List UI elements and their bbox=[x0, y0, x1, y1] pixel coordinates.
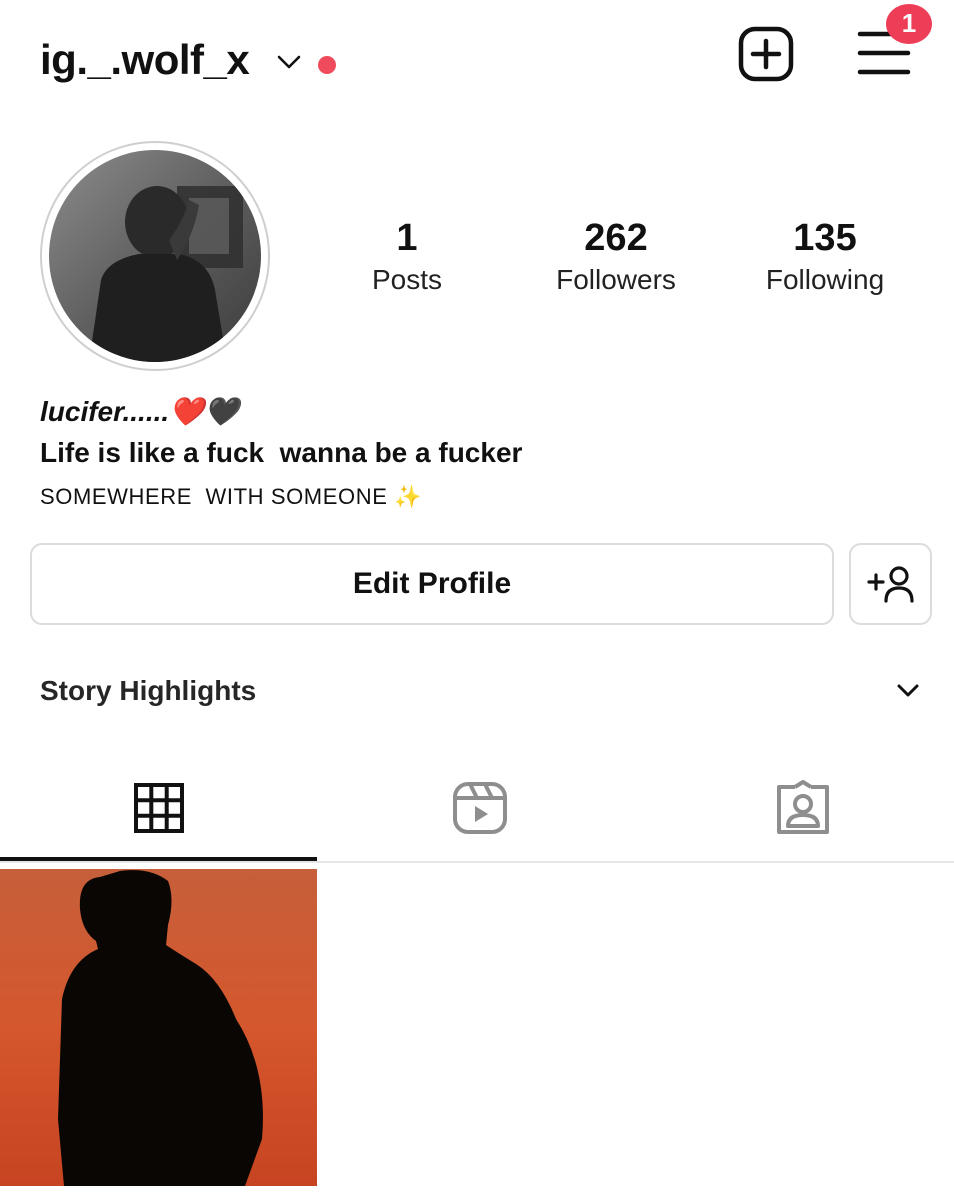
stat-value: 1 bbox=[396, 217, 418, 259]
stat-label: Followers bbox=[556, 264, 676, 295]
post-thumbnail[interactable] bbox=[0, 869, 317, 1186]
notification-badge: 1 bbox=[886, 4, 932, 44]
stat-posts[interactable]: 1 Posts bbox=[317, 215, 497, 299]
stat-label: Posts bbox=[371, 264, 443, 295]
stat-label: Following bbox=[765, 264, 885, 295]
reels-icon bbox=[452, 782, 507, 834]
grid-icon bbox=[133, 783, 184, 833]
edit-profile-button[interactable]: Edit Profile bbox=[30, 543, 834, 625]
chevron-down-icon[interactable] bbox=[896, 682, 920, 700]
discover-people-button[interactable] bbox=[849, 543, 932, 625]
tab-reels[interactable] bbox=[321, 758, 638, 858]
bio-location: SOMEWHERE WITH SOMEONE ✨ bbox=[40, 484, 423, 509]
tab-divider bbox=[0, 861, 954, 863]
story-highlights-title[interactable]: Story Highlights bbox=[40, 673, 256, 709]
bio-text: Life is like a fuck wanna be a fucker bbox=[40, 437, 523, 468]
stat-value: 135 bbox=[793, 217, 857, 259]
plus-square-icon bbox=[738, 26, 794, 82]
avatar[interactable] bbox=[49, 150, 261, 362]
add-person-icon bbox=[866, 566, 914, 603]
profile-username[interactable]: ig._.wolf_x bbox=[40, 34, 250, 86]
bio-name: lucifer......❤️🖤 bbox=[40, 396, 239, 427]
new-post-button[interactable] bbox=[738, 26, 794, 82]
account-switch-chevron-icon[interactable] bbox=[276, 52, 302, 72]
tab-tagged[interactable] bbox=[644, 758, 954, 858]
stat-followers[interactable]: 262 Followers bbox=[526, 215, 706, 299]
stat-value: 262 bbox=[584, 217, 648, 259]
stat-following[interactable]: 135 Following bbox=[735, 215, 915, 299]
tagged-person-icon bbox=[776, 780, 829, 834]
tab-posts-grid[interactable] bbox=[0, 758, 317, 858]
status-dot bbox=[318, 56, 336, 74]
